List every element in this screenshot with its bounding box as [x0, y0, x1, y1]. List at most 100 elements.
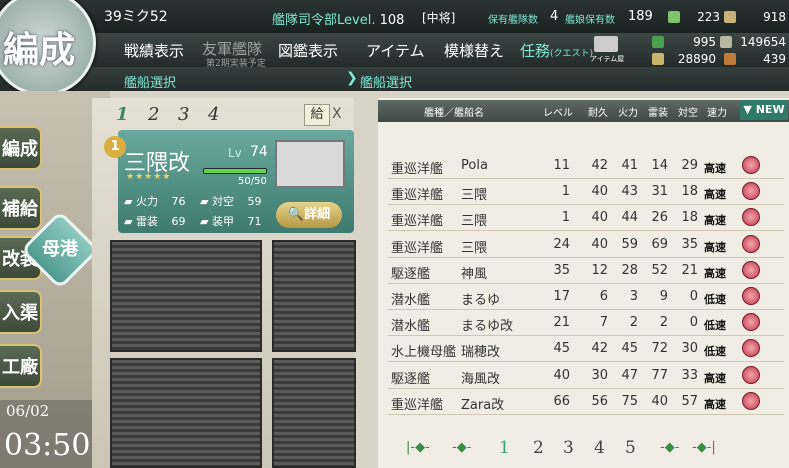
row-firepower: 47: [621, 367, 638, 383]
row-aa: 29: [681, 158, 698, 173]
side-button-arsenal[interactable]: 工廠: [0, 344, 42, 388]
menu-quest[interactable]: 任務(クエスト): [520, 40, 593, 61]
header-hp[interactable]: 耐久: [588, 104, 608, 119]
row-ship-type: 水上機母艦: [391, 345, 457, 361]
header-level[interactable]: レベル: [543, 104, 573, 119]
prev-page-arrow[interactable]: -◆-: [452, 440, 471, 455]
empty-slot-shutter: [110, 358, 262, 468]
page-3[interactable]: 3: [563, 438, 574, 458]
sort-new-button[interactable]: ▼ NEW: [740, 100, 788, 120]
item-shop-icon[interactable]: [594, 36, 618, 52]
row-hp: 40: [591, 236, 608, 252]
slot-number-badge: 1: [104, 136, 126, 158]
close-icon[interactable]: X: [332, 106, 342, 122]
stat-firepower-label: 火力: [135, 195, 158, 208]
lock-heart-icon[interactable]: [742, 234, 760, 253]
fleet-tab-3[interactable]: 3: [178, 104, 189, 125]
lock-heart-icon[interactable]: [742, 260, 760, 279]
stat-armor-label: 装甲: [211, 215, 234, 228]
lock-heart-icon[interactable]: [742, 208, 760, 227]
fleet-tab-2[interactable]: 2: [148, 104, 159, 125]
row-torpedo: 26: [651, 210, 668, 226]
side-button-repair[interactable]: 入渠: [0, 290, 42, 334]
first-page-arrow[interactable]: |-◆-: [406, 440, 430, 455]
menu-furniture[interactable]: 模様替え: [444, 40, 504, 61]
sort-triangle-icon: ▼: [743, 103, 752, 116]
row-torpedo: 69: [651, 236, 668, 252]
menu-items[interactable]: アイテム: [366, 40, 425, 61]
table-row[interactable]: 重巡洋艦 Zara改 66 56 75 40 57 高速: [388, 390, 784, 415]
table-row[interactable]: 重巡洋艦 Pola 11 42 41 14 29 高速: [388, 154, 784, 179]
page-5[interactable]: 5: [625, 438, 636, 458]
lock-heart-icon[interactable]: [742, 287, 760, 305]
menu-friend-fleet[interactable]: 友軍艦隊 第2期実装予定: [202, 38, 266, 69]
row-ship-name: Zara改: [461, 397, 505, 413]
header-aa[interactable]: 対空: [678, 104, 698, 119]
row-ship-name: まるゆ: [461, 293, 501, 308]
row-level: 45: [553, 341, 570, 357]
page-2[interactable]: 2: [533, 438, 544, 458]
last-page-arrow[interactable]: -◆-|: [692, 440, 716, 455]
row-ship-type: 重巡洋艦: [391, 162, 444, 177]
left-panel-title: 艦船選択: [124, 76, 177, 91]
menu-quest-sub: (クエスト): [550, 49, 594, 59]
fleet-tab-1[interactable]: 1: [116, 104, 129, 125]
table-row[interactable]: 駆逐艦 神風 35 12 28 52 21 高速: [388, 259, 784, 284]
table-row[interactable]: 水上機母艦 瑞穂改 45 42 45 72 30 低速: [388, 337, 784, 363]
torpedo-icon: ▰: [124, 215, 133, 228]
table-row[interactable]: 駆逐艦 海風改 40 30 47 77 33 高速: [388, 364, 784, 389]
fleet-tab-4[interactable]: 4: [208, 104, 219, 125]
lock-heart-icon[interactable]: [742, 182, 760, 201]
ship-owned: 189: [628, 9, 653, 24]
table-row[interactable]: 潜水艦 まるゆ改 21 7 2 2 0 低速: [388, 311, 784, 337]
table-row[interactable]: 潜水艦 まるゆ 17 6 3 9 0 低速: [388, 285, 784, 310]
supply-all-button[interactable]: 給: [304, 104, 330, 126]
table-row[interactable]: 重巡洋艦 三隈 1 40 43 31 18 高速: [388, 180, 784, 206]
row-torpedo: 31: [651, 184, 668, 200]
page-4[interactable]: 4: [594, 438, 605, 458]
header-firepower[interactable]: 火力: [618, 104, 638, 119]
table-row[interactable]: 重巡洋艦 三隈 1 40 44 26 18 高速: [388, 206, 784, 232]
row-speed: 高速: [704, 214, 726, 228]
row-level: 1: [561, 184, 570, 200]
header-speed[interactable]: 速力: [707, 104, 727, 119]
row-level: 35: [553, 262, 570, 278]
side-button-supply[interactable]: 補給: [0, 186, 42, 230]
ship-hp: 50/50: [238, 176, 267, 187]
header-type-name[interactable]: 艦種／艦船名: [424, 104, 484, 119]
row-level: 66: [553, 393, 570, 409]
lock-heart-icon[interactable]: [742, 391, 760, 410]
hq-level-value: 108: [379, 13, 405, 28]
row-level: 17: [553, 289, 570, 304]
lock-heart-icon[interactable]: [742, 156, 760, 174]
stat-torpedo-label: 雷装: [135, 215, 158, 228]
side-button-organize[interactable]: 編成: [0, 126, 42, 170]
ship-owned-label: 艦娘保有数: [565, 15, 615, 26]
row-torpedo: 40: [651, 393, 668, 409]
row-torpedo: 14: [651, 158, 668, 173]
ship-stars: ★★★★★: [126, 172, 172, 182]
row-hp: 30: [591, 367, 608, 383]
next-page-arrow[interactable]: -◆-: [660, 440, 679, 455]
dev-material-icon: [724, 11, 736, 23]
row-speed: 高速: [704, 397, 726, 411]
lock-heart-icon[interactable]: [742, 365, 760, 384]
menu-record[interactable]: 戦績表示: [124, 40, 184, 61]
table-row[interactable]: 重巡洋艦 三隈 24 40 59 69 35 高速: [388, 233, 784, 258]
lock-heart-icon[interactable]: [742, 339, 760, 358]
row-level: 24: [553, 236, 570, 252]
row-ship-type: 駆逐艦: [391, 266, 431, 282]
header-torpedo[interactable]: 雷装: [648, 104, 668, 119]
hq-level-label: 艦隊司令部Level.: [272, 13, 376, 28]
row-firepower: 3: [629, 289, 638, 304]
menu-friend-fleet-sub: 第2期実装予定: [206, 59, 266, 69]
row-ship-name: 三隈: [461, 188, 488, 204]
row-ship-name: 海風改: [461, 371, 501, 387]
row-aa: 18: [681, 210, 698, 226]
menu-encyclopedia[interactable]: 図鑑表示: [278, 40, 338, 61]
detail-button[interactable]: 🔍詳細: [276, 202, 342, 228]
lock-heart-icon[interactable]: [742, 313, 760, 332]
admiral-name: 39ミク52: [104, 9, 168, 25]
row-ship-name: 三隈: [461, 240, 488, 256]
page-1[interactable]: 1: [499, 438, 510, 458]
